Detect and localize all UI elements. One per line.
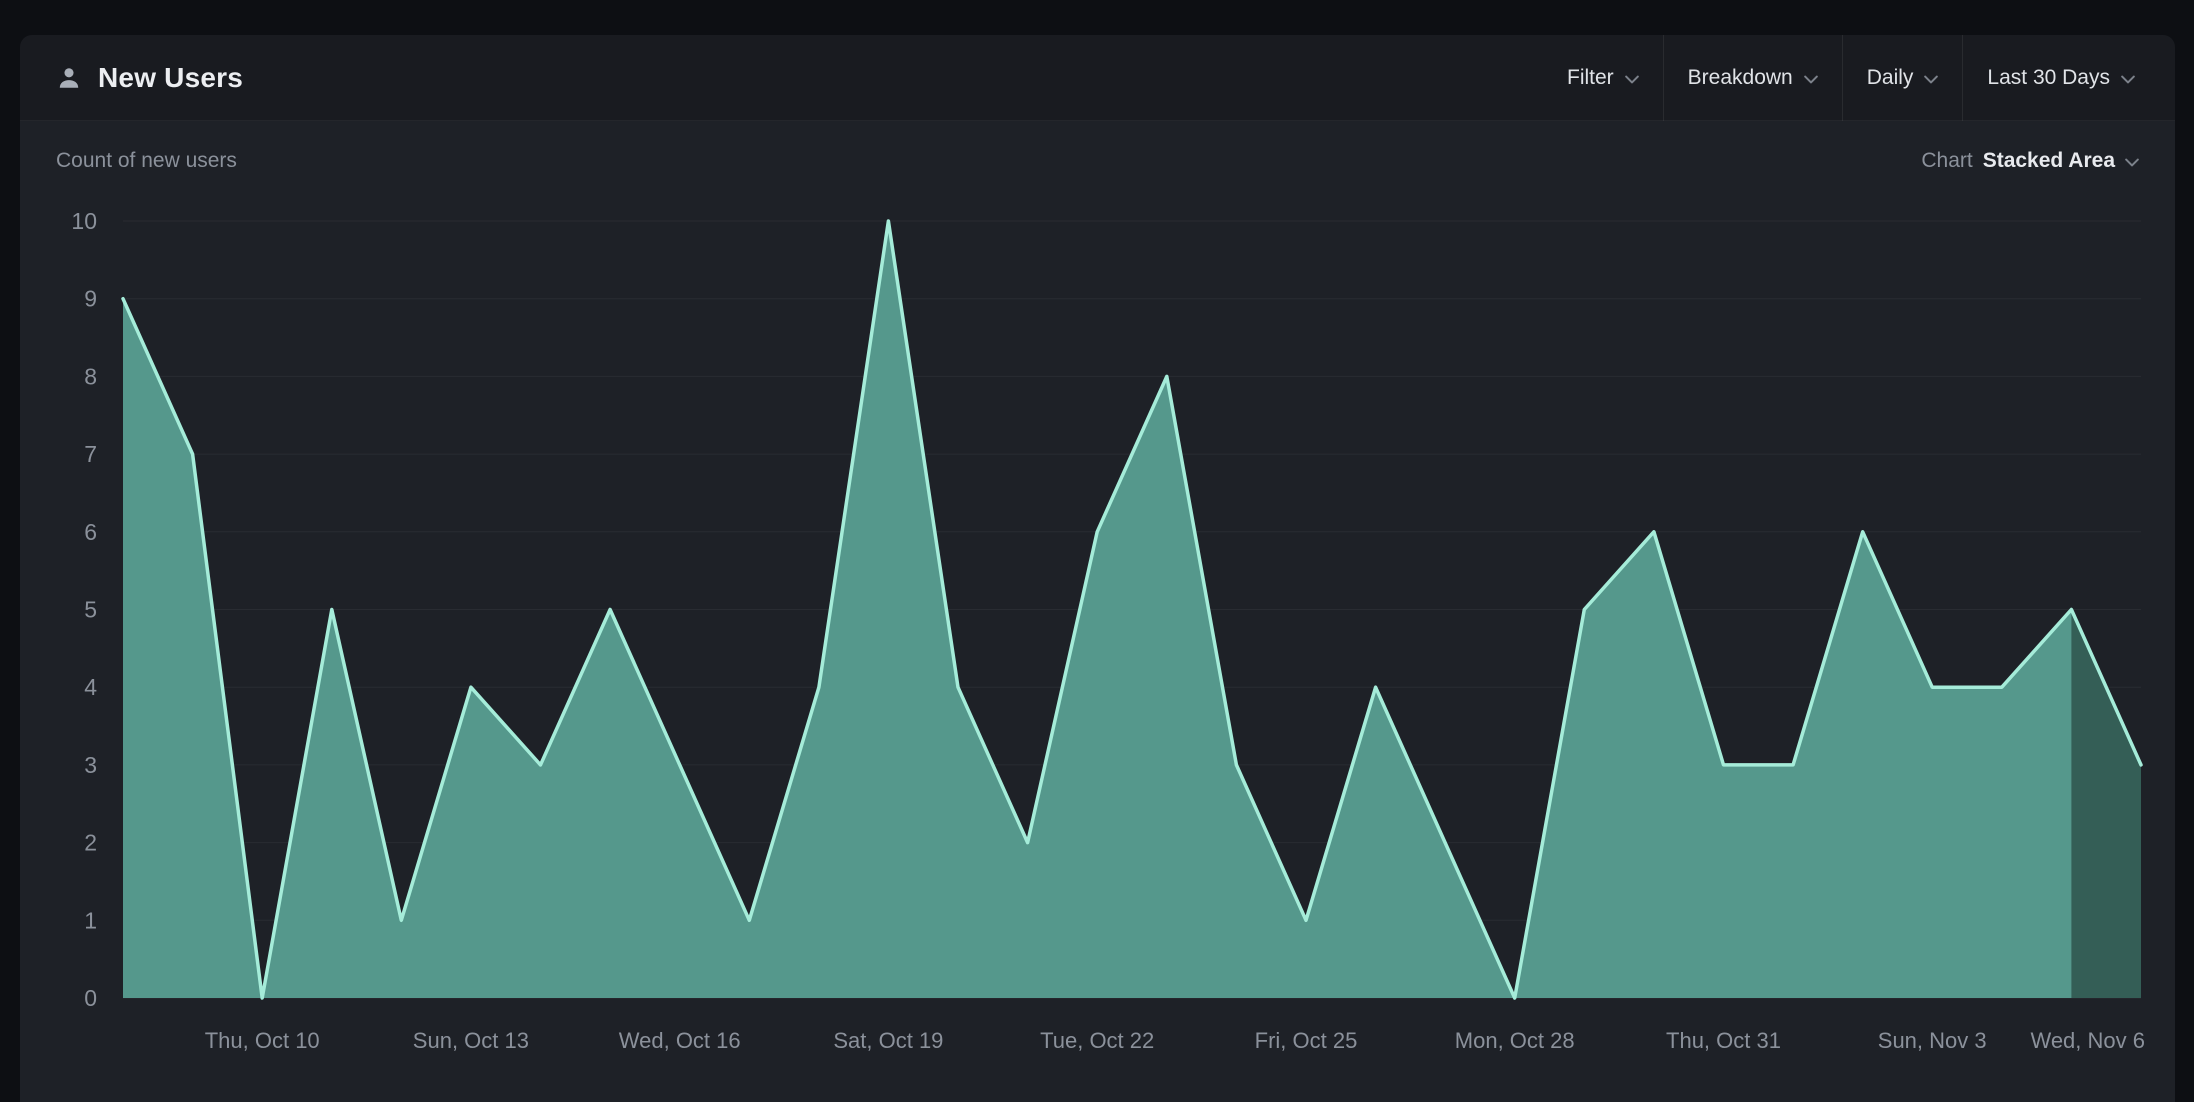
svg-text:5: 5 xyxy=(84,597,97,623)
svg-text:2: 2 xyxy=(84,830,97,856)
svg-text:10: 10 xyxy=(71,208,97,234)
chart-type-value: Stacked Area xyxy=(1983,149,2115,173)
chart-type-selector[interactable]: Chart Stacked Area xyxy=(1921,149,2139,173)
svg-text:3: 3 xyxy=(84,752,97,778)
chevron-down-icon xyxy=(2121,72,2135,84)
interval-control[interactable]: Daily xyxy=(1843,35,1963,120)
svg-text:Thu, Oct 10: Thu, Oct 10 xyxy=(205,1028,320,1053)
sub-header: Count of new users Chart Stacked Area xyxy=(20,121,2175,181)
chevron-down-icon xyxy=(2125,155,2139,167)
interval-label: Daily xyxy=(1867,66,1914,90)
chevron-down-icon xyxy=(1625,72,1639,84)
chevron-down-icon xyxy=(1804,72,1818,84)
chevron-down-icon xyxy=(1924,72,1938,84)
area-chart: 0 1 2 3 4 5 6 7 8 9 10 Thu, Oct 10 Sun, Oct 13 Wed, O… xyxy=(20,181,2175,1081)
svg-text:4: 4 xyxy=(84,674,97,700)
metric-label: Count of new users xyxy=(56,149,237,173)
svg-text:0: 0 xyxy=(84,985,97,1011)
svg-text:8: 8 xyxy=(84,363,97,389)
filter-control[interactable]: Filter xyxy=(1543,35,1663,120)
svg-text:Sun, Nov 3: Sun, Nov 3 xyxy=(1878,1028,1987,1053)
svg-text:7: 7 xyxy=(84,441,97,467)
svg-text:Thu, Oct 31: Thu, Oct 31 xyxy=(1666,1028,1781,1053)
svg-text:Mon, Oct 28: Mon, Oct 28 xyxy=(1455,1028,1575,1053)
svg-text:6: 6 xyxy=(84,519,97,545)
svg-text:Wed, Nov 6: Wed, Nov 6 xyxy=(2030,1028,2145,1053)
users-icon xyxy=(56,65,82,91)
card-header-left: New Users xyxy=(56,62,243,94)
svg-text:Sat, Oct 19: Sat, Oct 19 xyxy=(833,1028,943,1053)
breakdown-label: Breakdown xyxy=(1688,66,1793,90)
svg-text:Wed, Oct 16: Wed, Oct 16 xyxy=(619,1028,741,1053)
insight-card: New Users Filter Breakdown Daily xyxy=(20,35,2175,1102)
breakdown-control[interactable]: Breakdown xyxy=(1664,35,1842,120)
svg-text:Sun, Oct 13: Sun, Oct 13 xyxy=(413,1028,529,1053)
chart-type-caption: Chart xyxy=(1921,149,1972,173)
card-title: New Users xyxy=(98,62,243,94)
date-range-label: Last 30 Days xyxy=(1987,66,2110,90)
filter-label: Filter xyxy=(1567,66,1614,90)
svg-text:1: 1 xyxy=(84,907,97,933)
card-header: New Users Filter Breakdown Daily xyxy=(20,35,2175,121)
header-controls: Filter Breakdown Daily Las xyxy=(1543,35,2141,120)
date-range-control[interactable]: Last 30 Days xyxy=(1963,35,2141,120)
svg-text:Fri, Oct 25: Fri, Oct 25 xyxy=(1255,1028,1358,1053)
svg-text:Tue, Oct 22: Tue, Oct 22 xyxy=(1040,1028,1154,1053)
svg-text:9: 9 xyxy=(84,286,97,312)
